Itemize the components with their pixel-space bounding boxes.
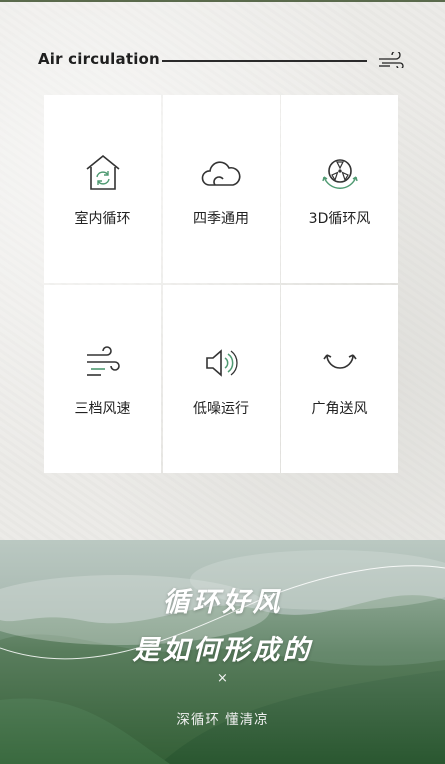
forest-banner: 循环好风 是如何形成的 × 深循环 懂清凉 — [0, 540, 445, 764]
banner-headline-line2: 是如何形成的 — [132, 635, 313, 666]
wide-angle-icon — [322, 354, 357, 369]
speaker-icon — [206, 349, 238, 377]
feature-wide-angle: 广角送风 — [281, 285, 398, 473]
feature-indoor-circulation: 室内循环 — [44, 95, 161, 283]
feature-low-noise: 低噪运行 — [162, 285, 280, 473]
house-circulation-icon — [85, 154, 120, 190]
cloud-icon — [201, 161, 241, 186]
feature-label: 室内循环 — [74, 211, 131, 227]
feature-three-speeds: 三档风速 — [44, 285, 161, 473]
banner-headline-line1: 循环好风 — [162, 587, 283, 618]
section-header: Air circulation — [38, 50, 408, 72]
feature-label: 3D循环风 — [308, 211, 371, 227]
feature-label: 低噪运行 — [193, 401, 249, 417]
wind-speed-icon — [86, 346, 120, 376]
header-divider — [162, 60, 367, 62]
section-title: Air circulation — [38, 50, 160, 68]
feature-all-season: 四季通用 — [162, 95, 280, 283]
fan-3d-icon — [321, 159, 358, 189]
separator-mark: × — [217, 671, 228, 686]
feature-label: 三档风速 — [74, 401, 131, 417]
top-border — [0, 0, 445, 2]
wind-icon — [379, 52, 404, 68]
feature-grid: 室内循环 四季通用 3D循环风 三档风速 低噪运行 广角送风 — [44, 95, 398, 473]
feature-label: 四季通用 — [193, 211, 249, 227]
feature-label: 广角送风 — [311, 401, 368, 417]
banner-subtitle: 深循环 懂清凉 — [176, 712, 269, 728]
feature-3d-circulation: 3D循环风 — [281, 95, 398, 283]
